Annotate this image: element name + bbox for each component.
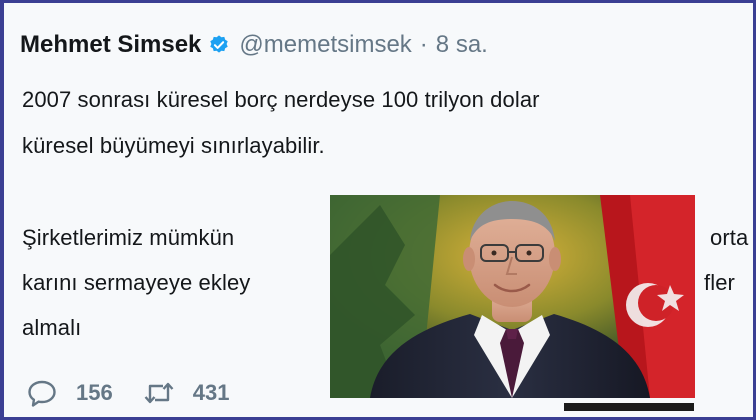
tweet-text-line-3-left: Şirketlerimiz mümkün bbox=[22, 225, 235, 250]
header-separator: · bbox=[419, 31, 428, 58]
reply-count: 156 bbox=[76, 380, 113, 405]
tweet-timestamp[interactable]: 8 sa. bbox=[436, 31, 488, 59]
retweet-count: 431 bbox=[192, 380, 230, 405]
reply-icon bbox=[28, 380, 56, 407]
portrait-photo bbox=[330, 195, 695, 398]
author-handle[interactable]: @memetsimsek bbox=[239, 31, 411, 59]
verified-badge-icon bbox=[208, 34, 230, 56]
tweet-text-line-1: 2007 sonrası küresel borç nerdeyse 100 t… bbox=[22, 87, 540, 112]
reply-button[interactable]: 156 bbox=[26, 379, 113, 407]
author-name[interactable]: Mehmet Simsek bbox=[20, 31, 201, 59]
retweet-icon bbox=[144, 382, 174, 404]
tweet-text-line-4-left: karını sermayeye ekley bbox=[22, 270, 251, 295]
tweet-actions: 156 431 bbox=[26, 379, 259, 407]
photo-edge-shadow bbox=[564, 403, 694, 411]
tweet-text-line-3-right: orta bbox=[710, 225, 749, 250]
screenshot-frame: Mehmet Simsek @memetsimsek · 8 sa. 2007 … bbox=[0, 0, 756, 420]
retweet-button[interactable]: 431 bbox=[143, 379, 230, 407]
tweet-text-line-2: küresel büyümeyi sınırlayabilir. bbox=[22, 133, 325, 158]
tweet-header: Mehmet Simsek @memetsimsek · 8 sa. bbox=[20, 31, 488, 59]
tweet-text-line-4-right: fler bbox=[704, 270, 735, 295]
tweet-text-line-5: almalı bbox=[22, 315, 82, 340]
